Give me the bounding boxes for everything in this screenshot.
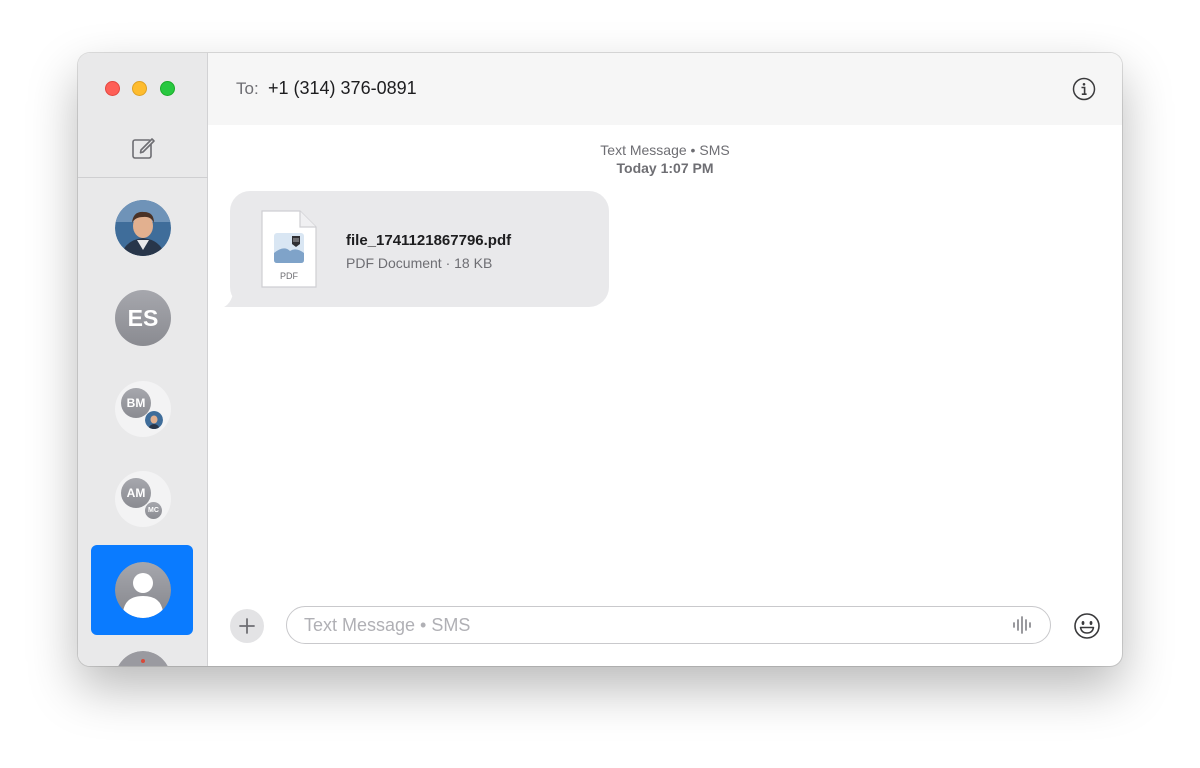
to-label: To: [236, 79, 259, 98]
message-input[interactable] [286, 606, 1051, 644]
plus-icon[interactable] [230, 609, 264, 643]
initials-avatar: ES [115, 290, 171, 346]
group-member-photo [145, 411, 163, 429]
group-member-initials-secondary: MC [144, 501, 163, 520]
maximize-window-button[interactable] [160, 81, 175, 96]
contact-photo-avatar [118, 651, 168, 666]
conversation-sidebar: ES BM AM MC [78, 53, 208, 666]
conversation-item[interactable] [115, 651, 171, 666]
file-message-bubble[interactable]: PDF file_1741121867796.pdf PDF Document … [230, 191, 609, 307]
conversation-item-selected[interactable] [115, 562, 171, 618]
close-window-button[interactable] [105, 81, 120, 96]
messages-window: ES BM AM MC To: +1 (314) 376-0891 Text M… [78, 53, 1122, 666]
contact-photo-avatar [115, 200, 171, 256]
conversation-item-group[interactable]: AM MC [115, 471, 171, 527]
thread-timestamp: Text Message • SMS Today 1:07 PM [208, 141, 1122, 177]
minimize-window-button[interactable] [132, 81, 147, 96]
waveform-icon[interactable] [1011, 615, 1035, 635]
conversation-header: To: +1 (314) 376-0891 [208, 53, 1122, 125]
service-label: Text Message • SMS [600, 142, 730, 158]
recipient-field[interactable]: +1 (314) 376-0891 [268, 78, 417, 99]
conversation-item[interactable]: ES [115, 290, 171, 346]
conversation-item-group[interactable]: BM [115, 381, 171, 437]
file-meta: PDF Document · 18 KB [346, 255, 493, 271]
file-name: file_1741121867796.pdf [346, 232, 512, 249]
pdf-badge-text: PDF [280, 271, 299, 281]
plus-glyph [239, 618, 255, 634]
sidebar-divider [78, 177, 208, 178]
compose-icon[interactable] [130, 135, 156, 161]
emoji-icon[interactable] [1073, 612, 1101, 640]
person-icon [115, 562, 171, 618]
info-icon[interactable] [1072, 77, 1096, 101]
timestamp-label: Today 1:07 PM [616, 160, 714, 176]
conversation-item[interactable] [115, 200, 171, 256]
pdf-file-icon: PDF [261, 210, 317, 288]
